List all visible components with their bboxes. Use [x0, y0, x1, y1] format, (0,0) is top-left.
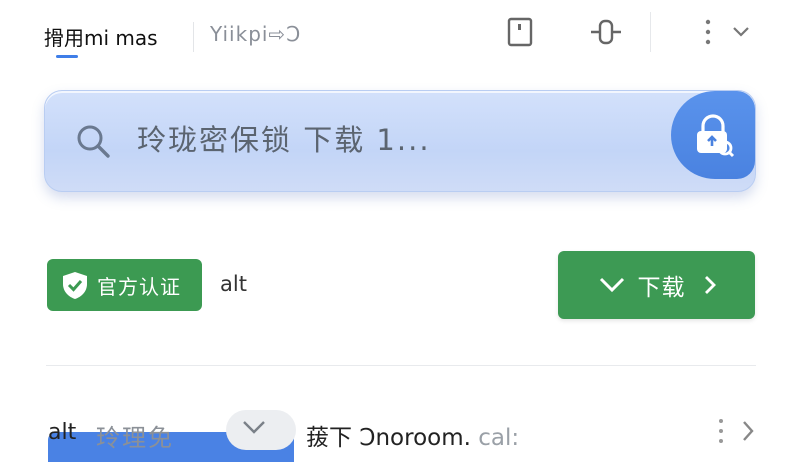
- list-item-name: 玲理免: [96, 424, 174, 452]
- list-item[interactable]: alt 玲理免 菝下 Ͻnoroom. cal:: [0, 380, 800, 462]
- chevron-right-icon: [704, 276, 716, 294]
- lock-search-button[interactable]: [671, 91, 755, 179]
- desc-main: 菝下: [306, 425, 352, 451]
- chevron-down-icon[interactable]: [242, 420, 266, 434]
- download-label: 下载: [637, 275, 686, 301]
- search-icon: [73, 121, 113, 161]
- verified-badge: 官方认证: [47, 259, 202, 311]
- shield-check-icon: [63, 272, 87, 299]
- list-item-desc: 菝下 Ͻnoroom. cal:: [306, 418, 519, 452]
- chevron-down-icon: [599, 277, 624, 293]
- more-vert-icon[interactable]: [698, 14, 718, 50]
- list-item-actions[interactable]: [718, 416, 758, 450]
- search-bar[interactable]: [44, 90, 756, 192]
- tab-active[interactable]: 搰用mi mas: [44, 22, 158, 51]
- search-input[interactable]: [135, 115, 679, 165]
- list-item-alt: alt: [48, 420, 77, 445]
- tab-inactive[interactable]: Yiikpi⇨Ͻ: [210, 22, 301, 46]
- desc-link[interactable]: Ͻnoroom.: [359, 425, 471, 451]
- toolbar-separator: [650, 12, 651, 52]
- top-tab-bar: 搰用mi mas Yiikpi⇨Ͻ: [0, 0, 800, 64]
- tab-active-underline: [56, 55, 78, 58]
- pin-icon[interactable]: [588, 14, 624, 50]
- divider: [46, 365, 756, 366]
- alt-text: alt: [220, 272, 247, 296]
- chevron-down-icon[interactable]: [726, 14, 756, 50]
- tab-separator: [193, 22, 194, 52]
- more-chevron-icon: [719, 419, 754, 443]
- door-icon[interactable]: [502, 14, 538, 50]
- badge-label: 官方认证: [97, 274, 181, 299]
- desc-tail: cal:: [478, 425, 520, 451]
- download-button[interactable]: 下载: [558, 251, 755, 319]
- lock-icon: [697, 114, 735, 158]
